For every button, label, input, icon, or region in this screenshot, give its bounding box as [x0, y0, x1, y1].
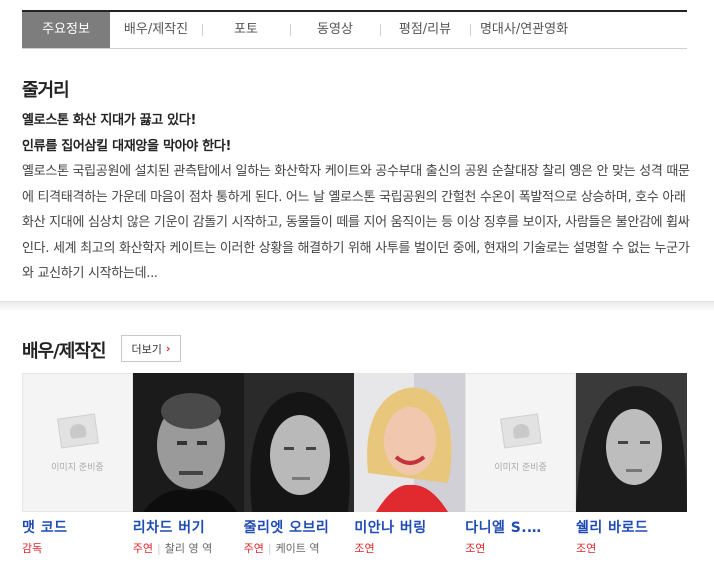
- cast-role: 주연 | 찰리 영 역: [133, 540, 244, 556]
- tab-photo[interactable]: 포토: [202, 12, 290, 48]
- cast-role-type: 주연: [243, 542, 264, 555]
- tab-cast-crew[interactable]: 배우/제작진: [110, 12, 202, 48]
- cast-role-type: 조연: [575, 542, 597, 555]
- cast-name[interactable]: 미안나 버링: [354, 517, 465, 537]
- role-separator: |: [157, 542, 161, 555]
- section-divider: [0, 301, 714, 310]
- synopsis-title: 줄거리: [22, 80, 70, 101]
- cast-card[interactable]: 리차드 버기 주연 | 찰리 영 역: [132, 373, 244, 556]
- cast-card[interactable]: 이미지 준비중 맷 코드 감독: [22, 373, 133, 556]
- cast-role: 감독: [22, 540, 133, 556]
- synopsis-lead-2: 인류를 집어삼킬 대재앙을 막아야 한다!: [22, 138, 232, 154]
- actor-photo[interactable]: [243, 373, 355, 512]
- tab-video[interactable]: 동영상: [290, 12, 380, 48]
- image-placeholder-icon: [57, 413, 99, 449]
- cast-section-title: 배우/제작진: [22, 341, 106, 362]
- cast-role: 조연: [576, 540, 687, 556]
- no-image-label: 이미지 준비중: [494, 463, 547, 473]
- cast-card[interactable]: 미안나 버링 조연: [354, 373, 466, 556]
- tab-main-info[interactable]: 주요정보: [22, 12, 110, 48]
- tab-bar: 주요정보 배우/제작진 포토 동영상 평점/리뷰 명대사/연관영화: [22, 10, 687, 49]
- cast-list: 이미지 준비중 맷 코드 감독 리차드 버기 주연 | 찰리 영 역 줄리엣 오…: [22, 373, 687, 556]
- no-image-placeholder: 이미지 준비중: [465, 373, 576, 512]
- cast-role-type: 조연: [465, 542, 486, 555]
- synopsis-body: 옐로스톤 국립공원에 설치된 관측탑에서 일하는 화산학자 케이트와 공수부대 …: [22, 164, 690, 281]
- cast-card[interactable]: 이미지 준비중 다니엘 S.… 조연: [465, 373, 576, 556]
- cast-role-type: 주연: [132, 542, 154, 555]
- cast-role: 조연: [354, 540, 465, 556]
- cast-role: 조연: [465, 540, 576, 556]
- cast-name[interactable]: 리차드 버기: [133, 517, 244, 537]
- cast-role-type: 감독: [22, 542, 43, 555]
- cast-name[interactable]: 맷 코드: [22, 517, 133, 537]
- cast-card[interactable]: 줄리엣 오브리 주연 | 케이트 역: [243, 373, 355, 556]
- actor-photo[interactable]: [132, 373, 244, 512]
- actor-photo[interactable]: [575, 373, 687, 512]
- synopsis-text: 옐로스톤 화산 지대가 끓고 있다! 인류를 집어삼킬 대재앙을 막아야 한다!…: [22, 108, 690, 287]
- actor-photo[interactable]: [354, 373, 466, 512]
- cast-role-type: 조연: [354, 542, 375, 555]
- cast-role: 주연 | 케이트 역: [244, 540, 355, 556]
- cast-name[interactable]: 줄리엣 오브리: [244, 517, 355, 537]
- cast-name[interactable]: 다니엘 S.…: [465, 517, 576, 537]
- cast-name[interactable]: 쉘리 바로드: [576, 517, 687, 537]
- no-image-placeholder: 이미지 준비중: [22, 373, 133, 512]
- tab-quotes-related[interactable]: 명대사/연관영화: [470, 12, 578, 48]
- more-button[interactable]: 더보기 ›: [121, 335, 181, 362]
- synopsis-lead-1: 옐로스톤 화산 지대가 끓고 있다!: [22, 113, 197, 128]
- role-separator: |: [267, 542, 272, 555]
- cast-character: 케이트 역: [275, 542, 320, 555]
- chevron-right-icon: ›: [165, 342, 171, 355]
- no-image-label: 이미지 준비중: [51, 463, 104, 473]
- tab-rating-review[interactable]: 평점/리뷰: [380, 12, 470, 48]
- cast-character: 찰리 영 역: [164, 542, 213, 555]
- image-placeholder-icon: [500, 413, 543, 449]
- more-button-label: 더보기: [131, 342, 162, 356]
- cast-card[interactable]: 쉘리 바로드 조연: [575, 373, 687, 556]
